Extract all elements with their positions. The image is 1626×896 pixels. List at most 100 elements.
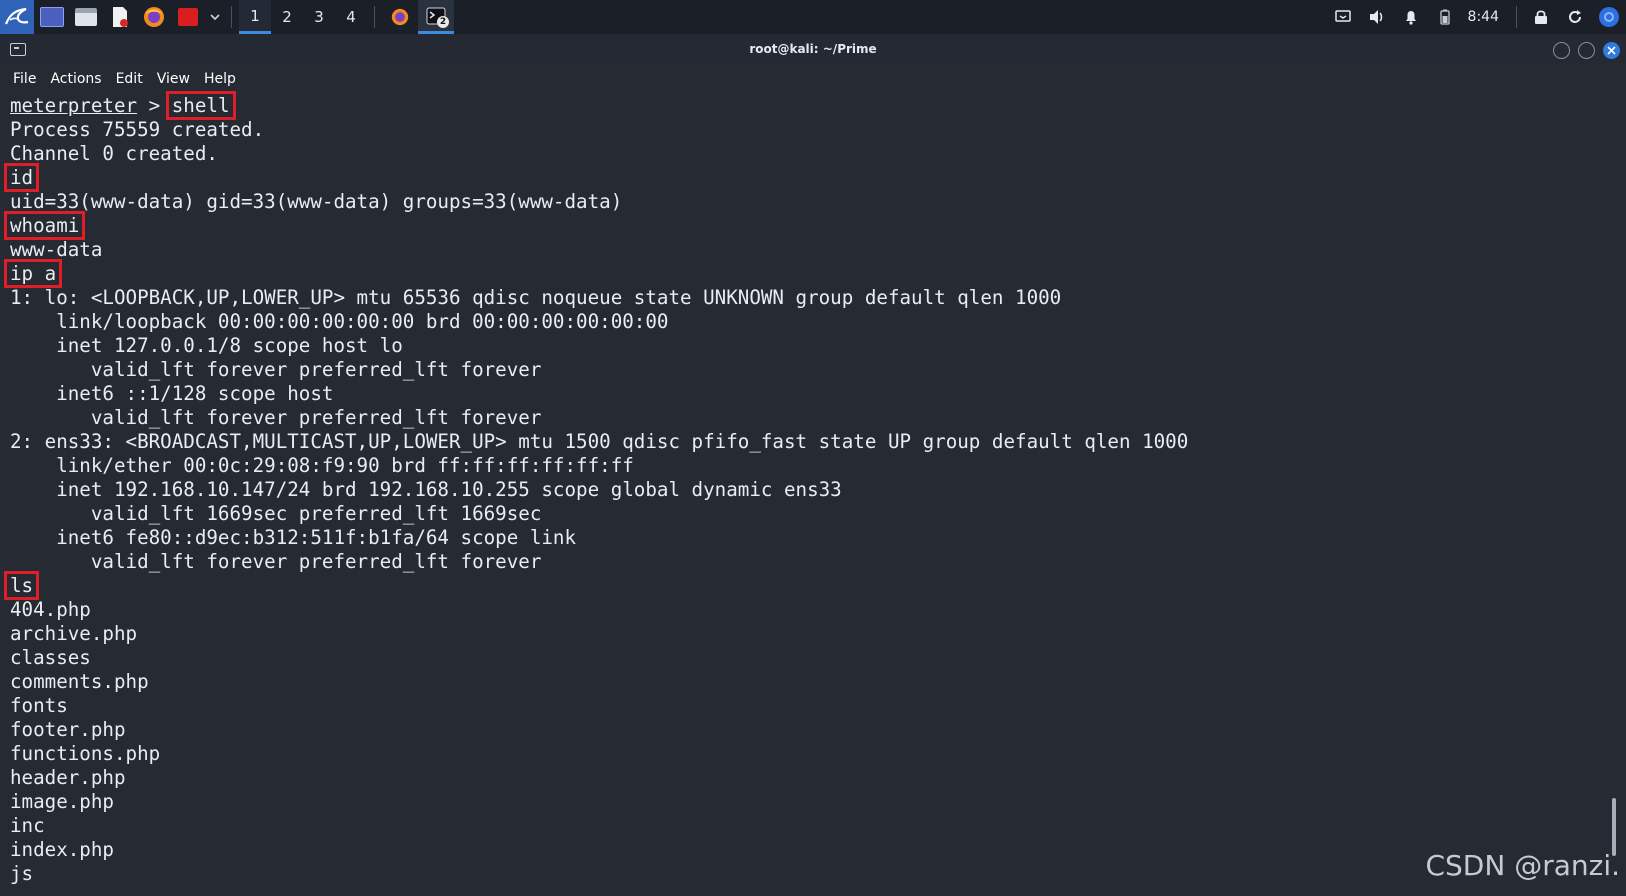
output-text: valid_lft forever preferred_lft forever: [10, 358, 542, 381]
output-text: www-data: [10, 238, 103, 261]
output-text: functions.php: [10, 742, 161, 765]
terminal-output-line: index.php: [10, 838, 1570, 862]
taskbar-firefox-button[interactable]: [382, 0, 418, 34]
output-text: js: [10, 862, 34, 885]
output-text: 1: lo: <LOOPBACK,UP,LOWER_UP> mtu 65536 …: [10, 286, 1062, 309]
workspace-3[interactable]: 3: [303, 0, 335, 34]
panel-separator: [231, 6, 232, 28]
highlighted-command: ls: [3, 571, 40, 600]
lock-icon[interactable]: [1524, 0, 1558, 34]
battery-icon: [1428, 0, 1462, 34]
output-text: inet6 ::1/128 scope host: [10, 382, 334, 405]
window-title: root@kali: ~/Prime: [749, 42, 877, 56]
terminal-output-line: valid_lft forever preferred_lft forever: [10, 406, 1570, 430]
output-text: image.php: [10, 790, 114, 813]
terminal-output-line: functions.php: [10, 742, 1570, 766]
terminal-command-line: whoami: [3, 211, 1570, 240]
menu-file[interactable]: File: [6, 71, 43, 87]
output-text: 404.php: [10, 598, 91, 621]
panel-separator: [374, 6, 375, 28]
terminal-output-line: inc: [10, 814, 1570, 838]
menu-view[interactable]: View: [150, 71, 197, 87]
output-text: 2: ens33: <BROADCAST,MULTICAST,UP,LOWER_…: [10, 430, 1189, 453]
terminal-command-line: meterpreter > shell: [10, 91, 1570, 120]
output-text: link/ether 00:0c:29:08:f9:90 brd ff:ff:f…: [10, 454, 634, 477]
terminal-output-line: www-data: [10, 238, 1570, 262]
output-text: link/loopback 00:00:00:00:00:00 brd 00:0…: [10, 310, 669, 333]
scrollbar-thumb[interactable]: [1612, 798, 1616, 856]
output-text: inc: [10, 814, 45, 837]
output-text: valid_lft forever preferred_lft forever: [10, 550, 542, 573]
close-icon: [1607, 46, 1616, 55]
close-button[interactable]: [1603, 42, 1620, 59]
menu-actions[interactable]: Actions: [43, 71, 108, 87]
volume-icon[interactable]: [1360, 0, 1394, 34]
terminal-output-line: Process 75559 created.: [10, 118, 1570, 142]
desktop-icon[interactable]: [36, 0, 68, 34]
terminal-output-line: js: [10, 862, 1570, 886]
chrome-icon[interactable]: [1592, 0, 1626, 34]
terminal-output-line: 2: ens33: <BROADCAST,MULTICAST,UP,LOWER_…: [10, 430, 1570, 454]
output-text: uid=33(www-data) gid=33(www-data) groups…: [10, 190, 623, 213]
output-text: inet 192.168.10.147/24 brd 192.168.10.25…: [10, 478, 842, 501]
clock[interactable]: 8:44: [1462, 9, 1509, 25]
terminal-scrollbar[interactable]: [1610, 94, 1616, 884]
output-text: header.php: [10, 766, 126, 789]
window-count-badge: 2: [437, 16, 449, 28]
taskbar-terminal-button[interactable]: 2: [418, 0, 454, 34]
prompt-separator: >: [137, 94, 172, 117]
firefox-icon[interactable]: [138, 0, 170, 34]
output-text: fonts: [10, 694, 68, 717]
terminal-output-line: Channel 0 created.: [10, 142, 1570, 166]
output-text: comments.php: [10, 670, 149, 693]
workspace-2[interactable]: 2: [271, 0, 303, 34]
meterpreter-prompt: meterpreter: [10, 94, 138, 117]
screen-icon[interactable]: [1326, 0, 1360, 34]
terminal-output-line: valid_lft forever preferred_lft forever: [10, 550, 1570, 574]
output-text: index.php: [10, 838, 114, 861]
text-editor-icon[interactable]: [104, 0, 136, 34]
refresh-icon[interactable]: [1558, 0, 1592, 34]
file-manager-icon[interactable]: [70, 0, 102, 34]
terminal-output-line: inet6 ::1/128 scope host: [10, 382, 1570, 406]
output-text: inet6 fe80::d9ec:b312:511f:b1fa/64 scope…: [10, 526, 577, 549]
terminal-output-line: image.php: [10, 790, 1570, 814]
terminal-output-line: 404.php: [10, 598, 1570, 622]
panel-left: 1 2 3 4 2: [0, 0, 454, 34]
terminal-output-line: header.php: [10, 766, 1570, 790]
terminal-output-line: link/ether 00:0c:29:08:f9:90 brd ff:ff:f…: [10, 454, 1570, 478]
output-text: classes: [10, 646, 91, 669]
output-text: Channel 0 created.: [10, 142, 218, 165]
terminal-red-icon[interactable]: [172, 0, 204, 34]
menu-help[interactable]: Help: [197, 71, 243, 87]
terminal-command-line: ls: [3, 571, 1570, 600]
top-panel: 1 2 3 4 2 8:44: [0, 0, 1626, 34]
terminal-output-line: inet 127.0.0.1/8 scope host lo: [10, 334, 1570, 358]
terminal-output-line: valid_lft forever preferred_lft forever: [10, 358, 1570, 382]
menu-edit[interactable]: Edit: [109, 71, 150, 87]
maximize-button[interactable]: [1578, 42, 1595, 59]
chevron-down-icon[interactable]: [206, 0, 224, 34]
terminal-output[interactable]: meterpreter > shell Process 75559 created…: [3, 91, 1570, 886]
window-titlebar[interactable]: root@kali: ~/Prime: [0, 34, 1626, 67]
minimize-button[interactable]: [1553, 42, 1570, 59]
firefox-icon: [391, 8, 409, 26]
terminal-output-line: comments.php: [10, 670, 1570, 694]
terminal-output-line: archive.php: [10, 622, 1570, 646]
terminal-output-line: uid=33(www-data) gid=33(www-data) groups…: [10, 190, 1570, 214]
panel-right: 8:44: [1326, 0, 1626, 34]
workspace-1[interactable]: 1: [239, 0, 271, 34]
terminal-output-line: link/loopback 00:00:00:00:00:00 brd 00:0…: [10, 310, 1570, 334]
output-text: Process 75559 created.: [10, 118, 265, 141]
terminal-output-line: classes: [10, 646, 1570, 670]
workspace-4[interactable]: 4: [335, 0, 367, 34]
output-text: valid_lft forever preferred_lft forever: [10, 406, 542, 429]
terminal-command-line: id: [3, 163, 1570, 192]
notification-bell-icon[interactable]: [1394, 0, 1428, 34]
terminal-command-line: ip a: [3, 259, 1570, 288]
output-text: inet 127.0.0.1/8 scope host lo: [10, 334, 403, 357]
highlighted-command: shell: [165, 91, 236, 120]
output-text: valid_lft 1669sec preferred_lft 1669sec: [10, 502, 542, 525]
terminal-output-line: valid_lft 1669sec preferred_lft 1669sec: [10, 502, 1570, 526]
kali-menu-icon[interactable]: [0, 0, 34, 34]
